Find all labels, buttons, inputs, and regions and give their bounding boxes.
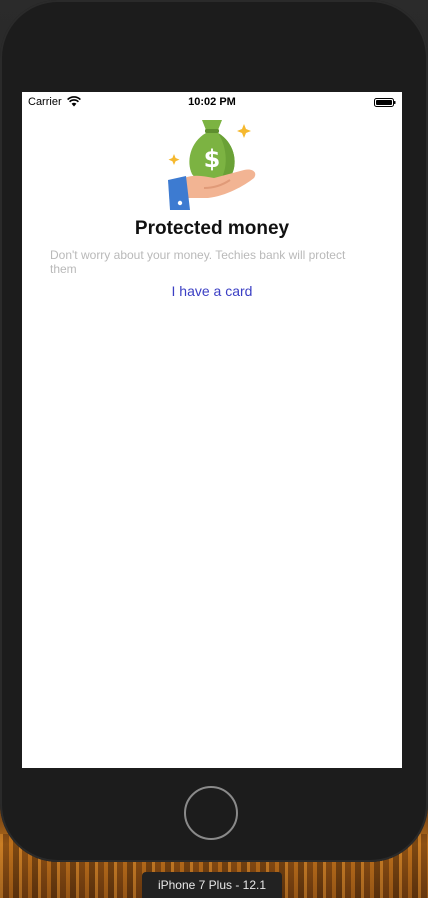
home-button[interactable]: [184, 786, 238, 840]
iphone-frame: Carrier 10:02 PM $ Protected money Don't…: [0, 0, 428, 862]
status-bar: Carrier 10:02 PM: [22, 92, 402, 112]
onboarding-title: Protected money: [134, 218, 290, 239]
simulator-device-label: iPhone 7 Plus - 12.1: [142, 872, 282, 898]
money-bag-in-hand-icon: $: [168, 120, 256, 210]
app-screen: Carrier 10:02 PM $ Protected money Don't…: [22, 92, 402, 768]
have-card-button[interactable]: I have a card: [22, 283, 402, 299]
status-time: 10:02 PM: [188, 96, 236, 108]
battery-icon: [374, 98, 396, 107]
simulator-window: { "status_bar": { "carrier": "Carrier", …: [0, 0, 428, 898]
onboarding-description: Don't worry about your money. Techies ba…: [50, 248, 346, 276]
svg-text:$: $: [204, 145, 221, 173]
